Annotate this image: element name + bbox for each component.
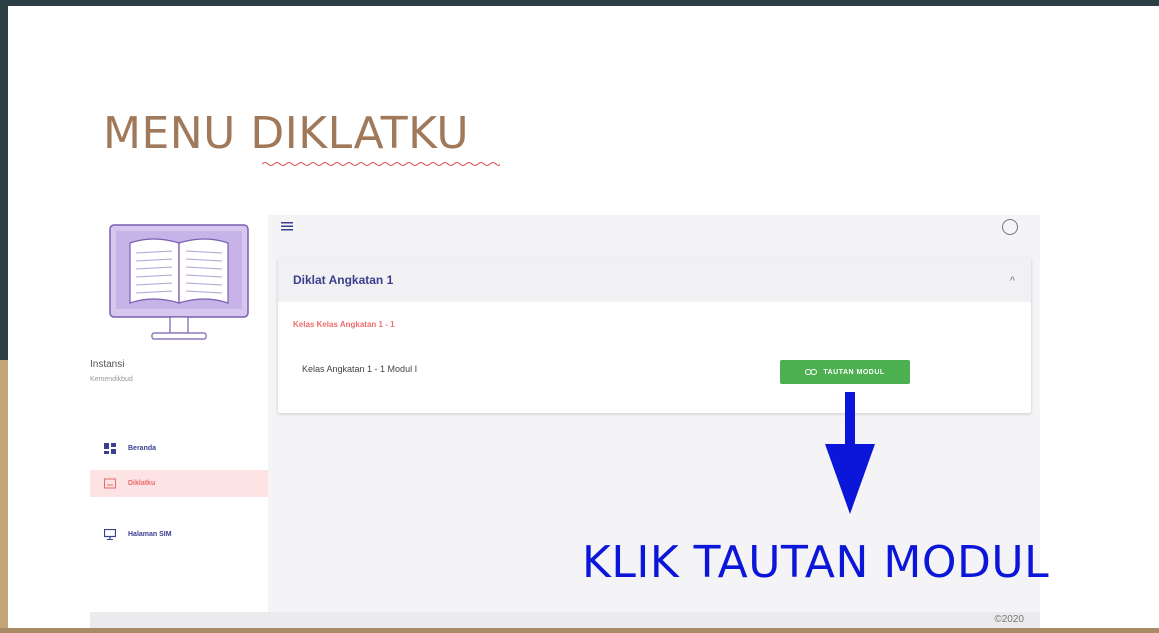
diklat-card: Diklat Angkatan 1 ^ Kelas Kelas Angkatan… bbox=[278, 258, 1031, 413]
tautan-modul-label: TAUTAN MODUL bbox=[823, 368, 885, 376]
slide-left-border bbox=[0, 0, 8, 360]
spellcheck-underline bbox=[262, 162, 500, 166]
dashboard-icon bbox=[104, 443, 116, 454]
profile-value: Kemendikbud bbox=[90, 376, 133, 383]
class-title: Kelas Kelas Angkatan 1 - 1 bbox=[293, 320, 395, 329]
profile-label: Instansi bbox=[90, 359, 125, 370]
sidebar-item-label: Halaman SIM bbox=[128, 531, 172, 538]
sidebar-item-diklatku[interactable]: Diklatku bbox=[90, 470, 268, 497]
sidebar-item-label: Beranda bbox=[128, 445, 157, 452]
monitor-icon bbox=[104, 529, 116, 540]
tautan-modul-button[interactable]: TAUTAN MODUL bbox=[780, 360, 910, 384]
sidebar-item-label: Diklatku bbox=[128, 480, 156, 487]
module-name: Kelas Angkatan 1 - 1 Modul I bbox=[302, 364, 418, 374]
annotation-text: KLIK TAUTAN MODUL bbox=[582, 537, 1050, 588]
card-header[interactable]: Diklat Angkatan 1 ^ bbox=[278, 258, 1031, 302]
sidebar-item-halaman-sim[interactable]: Halaman SIM bbox=[90, 521, 268, 548]
user-avatar-icon[interactable] bbox=[1002, 219, 1018, 235]
slide-title-underlined: DIKLATKU bbox=[250, 108, 470, 159]
chevron-up-icon[interactable]: ^ bbox=[1010, 275, 1015, 285]
slide-left-accent bbox=[0, 360, 8, 633]
link-icon bbox=[805, 369, 818, 375]
slide-title-plain: MENU bbox=[103, 108, 251, 159]
copyright: ©2020 bbox=[994, 614, 1024, 625]
hamburger-menu-icon[interactable] bbox=[281, 220, 293, 232]
card-title: Diklat Angkatan 1 bbox=[293, 273, 394, 287]
monitor-book-illustration bbox=[109, 224, 249, 340]
class-icon bbox=[104, 478, 116, 489]
arrow-down-icon bbox=[825, 392, 875, 514]
slide-bottom-border bbox=[0, 628, 1159, 633]
slide-title: MENU DIKLATKU bbox=[103, 108, 469, 160]
sidebar-item-beranda[interactable]: Beranda bbox=[90, 435, 268, 462]
sidebar: Instansi Kemendikbud Beranda Diklatku Ha… bbox=[90, 215, 268, 612]
slide-top-border bbox=[0, 0, 1159, 6]
app-footer: ©2020 bbox=[90, 612, 1040, 628]
